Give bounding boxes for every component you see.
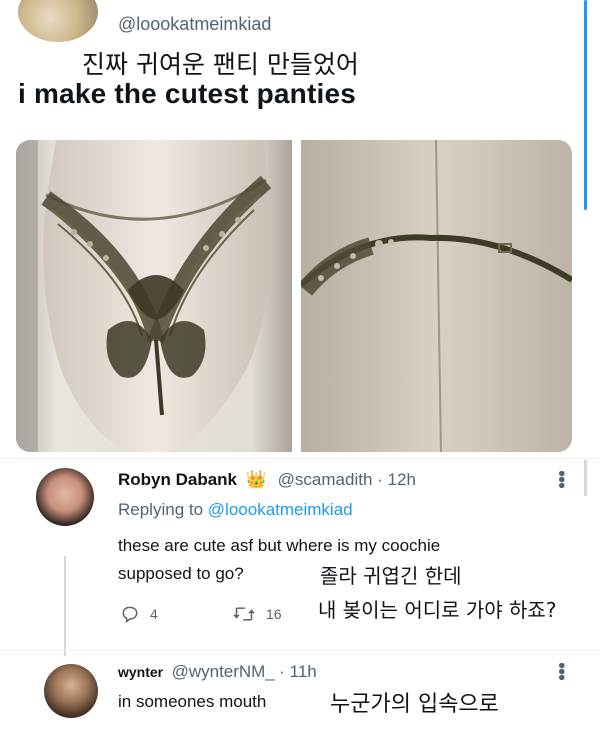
retweet-button[interactable]: 16 <box>232 604 282 624</box>
reply2-text: in someones mouth <box>118 692 267 711</box>
reply-time[interactable]: · 12h <box>377 470 416 489</box>
reply2-header: wynter @wynterNM_ · 11h <box>118 662 317 682</box>
reply-korean-line1: 졸라 귀엽긴 한데 <box>320 564 462 588</box>
replying-to-handle[interactable]: @loookatmeimkiad <box>208 500 353 519</box>
reply-text-line2: supposed to go? <box>118 564 244 583</box>
thread-line <box>64 556 66 656</box>
reply-icon <box>122 606 138 623</box>
tweet-image-side[interactable] <box>301 140 572 452</box>
mannequin-side-illustration <box>301 140 572 452</box>
reply-avatar-wynter[interactable] <box>44 664 98 718</box>
reply-header: Robyn Dabank 👑 @scamadith · 12h <box>118 470 416 490</box>
more-icon[interactable]: ••• <box>550 662 572 680</box>
reply-scroll-indicator <box>584 460 587 496</box>
tweet-text: i make the cutest panties <box>18 78 357 109</box>
reply-korean-line2: 내 봊이는 어디로 가야 하죠? <box>318 598 557 622</box>
reply2-author-handle[interactable]: @wynterNM_ <box>172 662 275 681</box>
reply2-korean: 누군가의 입속으로 <box>330 692 499 717</box>
mannequin-front-illustration <box>16 140 292 452</box>
reply-author-handle[interactable]: @scamadith <box>278 470 373 489</box>
reply-avatar-robyn[interactable] <box>36 468 94 526</box>
tweet-screenshot: @loookatmeimkiad 진짜 귀여운 팬티 만들었어 i make t… <box>0 0 600 733</box>
retweet-count: 16 <box>266 606 282 622</box>
scrollbar-indicator[interactable] <box>584 0 587 210</box>
reply-count: 4 <box>150 606 158 622</box>
reply2-time[interactable]: · 11h <box>279 662 317 681</box>
reply-text-line1: these are cute asf but where is my cooch… <box>118 536 441 555</box>
crown-badge-icon: 👑 <box>245 470 267 489</box>
tweet-text-korean: 진짜 귀여운 팬티 만들었어 <box>82 50 359 79</box>
more-icon[interactable]: ••• <box>550 470 572 488</box>
divider <box>0 458 600 459</box>
author-handle[interactable]: @loookatmeimkiad <box>118 14 271 35</box>
reply-author-name[interactable]: Robyn Dabank <box>118 470 237 489</box>
replying-to-prefix: Replying to <box>118 500 204 519</box>
replying-to: Replying to @loookatmeimkiad <box>118 500 353 520</box>
tweet-image-front[interactable] <box>16 140 292 452</box>
retweet-icon <box>233 607 255 621</box>
reply2-author-name[interactable]: wynter <box>118 664 163 680</box>
reply-button[interactable]: 4 <box>120 604 158 624</box>
author-avatar[interactable] <box>18 0 98 42</box>
divider <box>0 650 600 651</box>
